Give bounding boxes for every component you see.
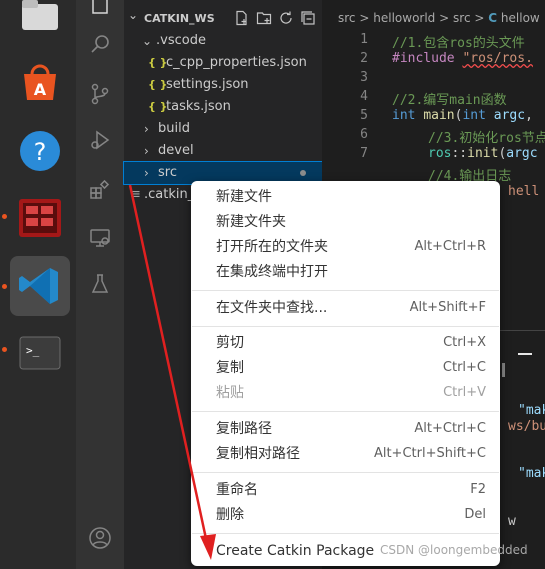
menu-item-delete[interactable]: 删除 Del: [191, 503, 500, 527]
menu-separator: [192, 472, 499, 473]
breadcrumb-separator: >: [439, 11, 450, 25]
panel-text: w: [508, 514, 516, 529]
line-number: 3: [360, 70, 368, 85]
tree-item-vscode[interactable]: ⌄ .vscode: [124, 30, 322, 52]
menu-item-cut[interactable]: 剪切 Ctrl+X: [191, 331, 500, 355]
testing-icon[interactable]: [88, 272, 112, 296]
run-debug-icon[interactable]: [88, 128, 112, 152]
running-indicator: [2, 214, 7, 219]
watermark: CSDN @loongembedded: [380, 543, 528, 557]
line-number: 7: [360, 146, 368, 161]
tree-item-c-cpp-properties[interactable]: { } c_cpp_properties.json: [124, 52, 322, 74]
panel-text: "mak: [518, 466, 545, 481]
tree-item-tasks[interactable]: { } tasks.json: [124, 96, 322, 118]
breadcrumb-separator: >: [474, 11, 485, 25]
menu-item-find-in-folder[interactable]: 在文件夹中查找... Alt+Shift+F: [191, 296, 500, 320]
json-file-icon: { }: [148, 100, 168, 113]
panel-text: ws/bu: [508, 419, 545, 434]
tree-item-build[interactable]: › build: [124, 118, 322, 140]
menu-item-copy[interactable]: 复制 Ctrl+C: [191, 356, 500, 380]
code-line: //2.编写main函数: [392, 93, 507, 108]
code-line: //3.初始化ros节点: [428, 131, 545, 146]
breadcrumb-item[interactable]: src: [338, 11, 356, 25]
breadcrumb-separator: >: [359, 11, 370, 25]
breadcrumb: src > helloworld > src > C hellow: [338, 11, 540, 25]
line-number: 2: [360, 51, 368, 66]
code-line: ros::init(argc: [428, 146, 538, 161]
code-line: hell: [508, 184, 540, 199]
line-number: 4: [360, 89, 368, 104]
refresh-icon[interactable]: [278, 10, 294, 26]
code-line: //1.包含ros的头文件: [392, 36, 525, 51]
help-icon[interactable]: ?: [10, 121, 70, 181]
terminal-icon[interactable]: >_: [10, 323, 70, 383]
line-number: 1: [360, 32, 368, 47]
panel-tab-indicator: [518, 353, 532, 355]
terminal-red-icon[interactable]: [10, 188, 70, 248]
new-folder-icon[interactable]: [256, 10, 272, 26]
collapse-all-icon[interactable]: [300, 10, 316, 26]
activity-bar: [76, 0, 124, 569]
code-line: int main(int argc,: [392, 108, 533, 123]
chevron-down-icon: ⌄: [142, 34, 153, 48]
running-indicator: [2, 284, 7, 289]
menu-item-rename[interactable]: 重命名 F2: [191, 478, 500, 502]
breadcrumb-item[interactable]: helloworld: [373, 11, 435, 25]
chevron-right-icon: ›: [144, 166, 149, 180]
svg-text:A: A: [34, 80, 47, 99]
files-app-icon[interactable]: [10, 0, 70, 42]
panel-text: "mak: [518, 403, 545, 418]
menu-separator: [192, 290, 499, 291]
menu-separator: [192, 533, 499, 534]
menu-item-copy-path[interactable]: 复制路径 Alt+Ctrl+C: [191, 417, 500, 441]
chevron-right-icon: ›: [144, 122, 149, 136]
tree-item-settings[interactable]: { } settings.json: [124, 74, 322, 96]
chevron-right-icon: ›: [144, 144, 149, 158]
menu-item-paste: 粘贴 Ctrl+V: [216, 385, 486, 401]
menu-separator: [192, 326, 499, 327]
workspace-title[interactable]: CATKIN_WS: [144, 12, 215, 25]
cpp-file-icon: C: [488, 11, 498, 25]
ubuntu-dock: A ? >_: [0, 0, 76, 569]
menu-item-copy-relative-path[interactable]: 复制相对路径 Alt+Ctrl+Shift+C: [191, 442, 500, 466]
chevron-down-icon[interactable]: ⌄: [128, 8, 142, 30]
svg-text:?: ?: [34, 138, 47, 166]
modified-dot: [300, 170, 306, 176]
scroll-marker: [502, 363, 505, 377]
tree-item-devel[interactable]: › devel: [124, 140, 322, 162]
source-control-icon[interactable]: [88, 82, 112, 106]
software-center-icon[interactable]: A: [10, 52, 70, 112]
menu-item-open-in-terminal[interactable]: 在集成终端中打开: [191, 260, 500, 284]
explorer-icon[interactable]: [88, 0, 112, 16]
menu-item-reveal-in-folder[interactable]: 打开所在的文件夹 Alt+Ctrl+R: [191, 235, 500, 259]
remote-explorer-icon[interactable]: [88, 226, 112, 250]
json-file-icon: { }: [148, 78, 168, 91]
breadcrumb-item[interactable]: src: [453, 11, 471, 25]
menu-item-new-folder[interactable]: 新建文件夹: [191, 210, 500, 234]
menu-item-new-file[interactable]: 新建文件: [191, 185, 500, 209]
text-file-icon: ≡: [130, 187, 141, 202]
context-menu: 新建文件 新建文件夹 打开所在的文件夹 Alt+Ctrl+R 在集成终端中打开 …: [191, 181, 500, 566]
explorer-actions: [234, 10, 316, 26]
extensions-icon[interactable]: [88, 178, 112, 202]
menu-separator: [192, 411, 499, 412]
vscode-icon[interactable]: [10, 256, 70, 316]
svg-text:>_: >_: [26, 344, 40, 357]
code-line: #include "ros/ros.: [392, 51, 533, 66]
new-file-icon[interactable]: [234, 10, 250, 26]
line-number: 6: [360, 127, 368, 142]
accounts-icon[interactable]: [88, 526, 112, 550]
running-indicator: [2, 347, 7, 352]
line-number: 5: [360, 108, 368, 123]
breadcrumb-item[interactable]: hellow: [501, 11, 540, 25]
json-file-icon: { }: [148, 56, 168, 69]
search-icon[interactable]: [88, 32, 112, 56]
